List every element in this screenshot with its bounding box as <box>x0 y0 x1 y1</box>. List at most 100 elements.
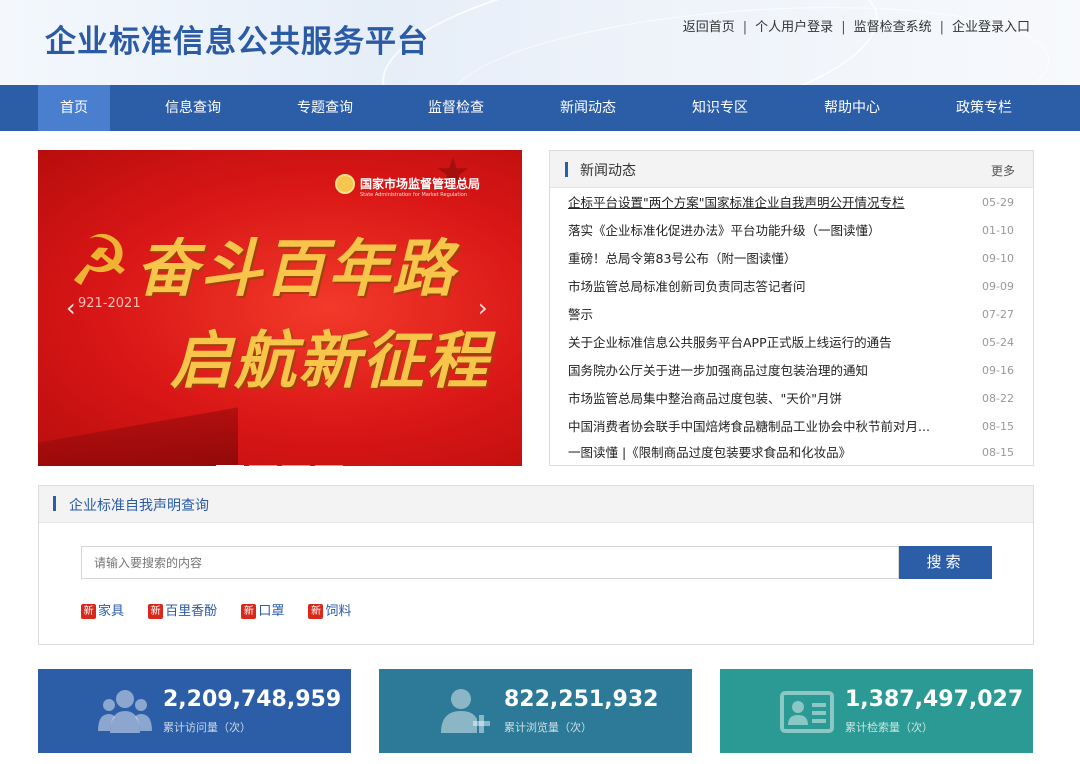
carousel-next-icon[interactable]: › <box>478 294 488 322</box>
divider: | <box>841 20 846 35</box>
nav-item-topic-query[interactable]: 专题查询 <box>275 85 375 131</box>
new-badge: 新 <box>148 604 164 619</box>
news-item[interactable]: 警示 07-27 <box>568 301 1014 329</box>
news-item-date: 07-27 <box>982 308 1014 321</box>
news-item[interactable]: 市场监管总局集中整治商品过度包装、"天价"月饼 08-22 <box>568 385 1014 413</box>
great-wall-decoration <box>38 400 238 466</box>
news-item-title[interactable]: 警示 <box>568 301 953 329</box>
banner-logo-subtitle: State Administration for Market Regulati… <box>360 192 467 198</box>
main-nav: 首页 信息查询 专题查询 监督检查 新闻动态 知识专区 帮助中心 政策专栏 <box>0 85 1080 131</box>
hot-tags: 新家具 新百里香酚 新口罩 新饲料 <box>81 600 371 619</box>
banner-headline: 启航新征程 <box>170 324 491 397</box>
emblem-icon <box>335 174 355 194</box>
news-panel: 新闻动态 更多 企标平台设置"两个方案"国家标准企业自我声明公开情况专栏 05-2… <box>549 150 1034 466</box>
stat-value: 822,251,932 <box>504 687 659 712</box>
hot-tag[interactable]: 新口罩 <box>241 600 284 619</box>
hot-tag-label[interactable]: 口罩 <box>258 604 284 619</box>
news-item-title[interactable]: 一图读懂 |《限制商品过度包装要求食品和化妆品》 <box>568 439 953 467</box>
carousel-dot[interactable] <box>249 465 277 466</box>
stat-card-searches: 1,387,497,027 累计检索量（次） <box>720 669 1033 753</box>
news-more-link[interactable]: 更多 <box>991 162 1015 179</box>
nav-item-help[interactable]: 帮助中心 <box>802 85 902 131</box>
add-user-icon <box>441 689 490 733</box>
carousel-prev-icon[interactable]: ‹ <box>66 294 76 322</box>
hot-tag-label[interactable]: 百里香酚 <box>165 604 217 619</box>
news-item-title[interactable]: 关于企业标准信息公共服务平台APP正式版上线运行的通告 <box>568 329 953 357</box>
search-input[interactable] <box>81 546 899 579</box>
stat-label: 累计检索量（次） <box>845 721 933 734</box>
nav-item-info-query[interactable]: 信息查询 <box>143 85 243 131</box>
carousel-dot[interactable] <box>315 465 343 466</box>
news-item-date: 09-16 <box>982 364 1014 377</box>
news-item-title[interactable]: 企标平台设置"两个方案"国家标准企业自我声明公开情况专栏 <box>568 189 953 217</box>
news-item-title[interactable]: 落实《企业标准化促进办法》平台功能升级（一图读懂） <box>568 217 953 245</box>
news-item-title[interactable]: 中国消费者协会联手中国焙烤食品糖制品工业协会中秋节前对月... <box>568 413 953 441</box>
banner-headline: 奋斗百年路 <box>136 232 457 305</box>
news-item[interactable]: 落实《企业标准化促进办法》平台功能升级（一图读懂） 01-10 <box>568 217 1014 245</box>
search-panel-header: 企业标准自我声明查询 <box>39 486 1033 523</box>
stat-value: 1,387,497,027 <box>845 687 1024 712</box>
news-item[interactable]: 中国消费者协会联手中国焙烤食品糖制品工业协会中秋节前对月... 08-15 <box>568 413 1014 441</box>
stat-card-visits: 2,209,748,959 累计访问量（次） <box>38 669 351 753</box>
hot-tag-label[interactable]: 家具 <box>98 604 124 619</box>
news-item-title[interactable]: 国务院办公厅关于进一步加强商品过度包装治理的通知 <box>568 357 953 385</box>
news-item-date: 09-10 <box>982 252 1014 265</box>
divider: | <box>742 20 748 35</box>
new-badge: 新 <box>308 604 324 619</box>
id-card-icon <box>780 691 834 733</box>
stat-label: 累计访问量（次） <box>163 721 251 734</box>
users-icon <box>98 690 152 733</box>
enterprise-login-link[interactable]: 企业登录入口 <box>952 16 1030 35</box>
new-badge: 新 <box>81 604 96 619</box>
news-item-title[interactable]: 市场监管总局集中整治商品过度包装、"天价"月饼 <box>568 385 953 413</box>
self-declaration-search-panel: 企业标准自我声明查询 搜索 新家具 新百里香酚 新口罩 新饲料 <box>38 485 1034 645</box>
news-item-date: 08-15 <box>982 420 1014 433</box>
nav-item-knowledge[interactable]: 知识专区 <box>670 85 770 131</box>
banner-logo-text: 国家市场监督管理总局 <box>360 177 481 191</box>
carousel-dot[interactable] <box>282 465 310 466</box>
new-badge: 新 <box>241 604 257 619</box>
news-item-date: 08-22 <box>982 392 1014 405</box>
news-item[interactable]: 关于企业标准信息公共服务平台APP正式版上线运行的通告 05-24 <box>568 329 1014 357</box>
top-links: 返回首页 | 个人用户登录 | 监督检查系统 | 企业登录入口 <box>683 16 1030 35</box>
news-item[interactable]: 重磅！总局令第83号公布（附一图读懂） 09-10 <box>568 245 1014 273</box>
news-item[interactable]: 市场监管总局标准创新司负责同志答记者问 09-09 <box>568 273 1014 301</box>
hammer-sickle-icon: ☭ <box>68 220 131 302</box>
hot-tag[interactable]: 新百里香酚 <box>148 600 217 619</box>
news-header: 新闻动态 更多 <box>550 151 1033 188</box>
news-item-date: 05-24 <box>982 336 1014 349</box>
nav-item-news[interactable]: 新闻动态 <box>538 85 638 131</box>
home-link[interactable]: 返回首页 <box>683 16 735 35</box>
banner-carousel[interactable]: ★ 国家市场监督管理总局 State Administration for Ma… <box>38 150 522 466</box>
supervision-system-link[interactable]: 监督检查系统 <box>854 16 932 35</box>
accent-bar <box>53 496 56 511</box>
news-item-date: 01-10 <box>982 224 1014 237</box>
site-title[interactable]: 企业标准信息公共服务平台 <box>45 16 429 61</box>
search-button[interactable]: 搜索 <box>899 546 992 579</box>
stat-label: 累计浏览量（次） <box>504 721 592 734</box>
carousel-indicators <box>216 453 348 466</box>
search-panel-title: 企业标准自我声明查询 <box>69 498 209 514</box>
news-item-title[interactable]: 市场监管总局标准创新司负责同志答记者问 <box>568 273 953 301</box>
news-item[interactable]: 企标平台设置"两个方案"国家标准企业自我声明公开情况专栏 05-29 <box>568 189 1014 217</box>
nav-item-home[interactable]: 首页 <box>38 85 110 131</box>
site-header: 企业标准信息公共服务平台 返回首页 | 个人用户登录 | 监督检查系统 | 企业登录入口 <box>0 0 1080 85</box>
news-item-date: 09-09 <box>982 280 1014 293</box>
personal-login-link[interactable]: 个人用户登录 <box>755 16 833 35</box>
accent-bar <box>565 162 568 177</box>
stat-value: 2,209,748,959 <box>163 687 342 712</box>
carousel-dot[interactable] <box>216 465 244 466</box>
news-item-date: 08-15 <box>982 446 1014 459</box>
news-item[interactable]: 国务院办公厅关于进一步加强商品过度包装治理的通知 09-16 <box>568 357 1014 385</box>
stat-card-views: 822,251,932 累计浏览量（次） <box>379 669 692 753</box>
nav-item-supervision[interactable]: 监督检查 <box>406 85 506 131</box>
hot-tag[interactable]: 新家具 <box>81 600 124 619</box>
nav-item-policy[interactable]: 政策专栏 <box>934 85 1034 131</box>
banner-years: 921-2021 <box>78 296 141 311</box>
hot-tag[interactable]: 新饲料 <box>308 600 351 619</box>
news-item-date: 05-29 <box>982 196 1014 209</box>
news-item-title[interactable]: 重磅！总局令第83号公布（附一图读懂） <box>568 245 953 273</box>
news-item[interactable]: 一图读懂 |《限制商品过度包装要求食品和化妆品》 08-15 <box>568 439 1014 467</box>
hot-tag-label[interactable]: 饲料 <box>325 604 351 619</box>
divider: | <box>939 20 944 35</box>
